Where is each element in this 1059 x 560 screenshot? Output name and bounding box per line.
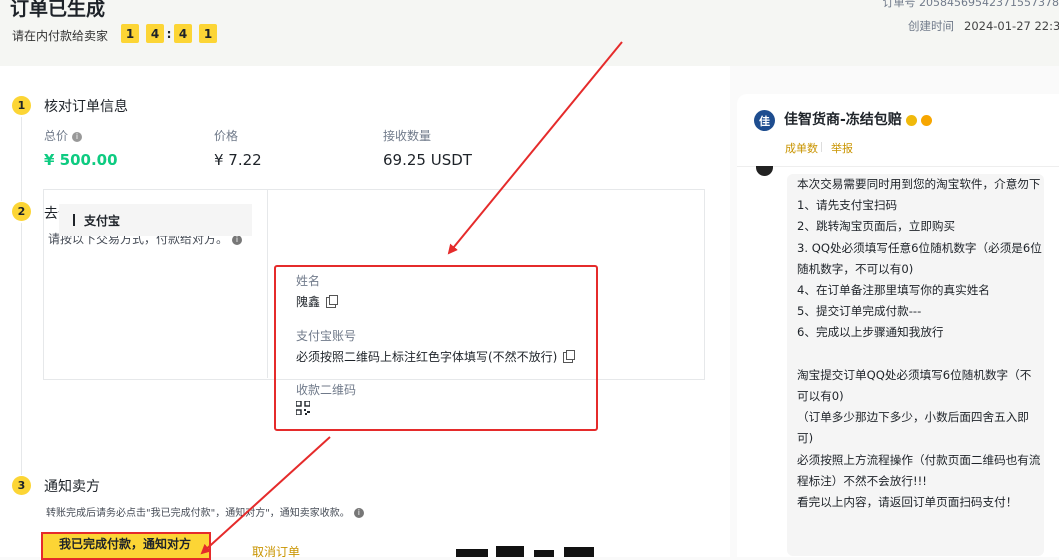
chat-message-text: 本次交易需要同时用到您的淘宝软件，介意勿下 1、请先支付宝扫码 2、跳转淘宝页面后，… (797, 174, 1042, 513)
chat-message-line: 5、提交订单完成付款--- (797, 304, 922, 319)
arrow-to-payee-box (447, 41, 623, 255)
chat-message-line: 3. QQ处必须填写任意6位随机数字（必须是6位随机数字，不可以有0) (797, 240, 1042, 276)
arrow-to-confirm-button (200, 436, 331, 555)
chat-message-line: 看完以上内容，请返回订单页面扫码支付！ (797, 495, 1018, 510)
chat-message-line: 1、请先支付宝扫码 (797, 198, 898, 213)
video-overlay-fragment (456, 546, 594, 557)
chat-message-line: 4、在订单备注那里填写你的真实姓名 (797, 283, 990, 298)
merchant-chat-panel: 佳 佳智货商-冻结包赔 成单数 举报 本次交易需要同时用到您的淘宝软件，介意勿下… (737, 94, 1059, 557)
chat-message-bubble: 本次交易需要同时用到您的淘宝软件，介意勿下 1、请先支付宝扫码 2、跳转淘宝页面后，… (787, 174, 1044, 556)
chat-message-line: （订单多少那边下多少，小数后面四舍五入即可) (797, 410, 1029, 446)
merchant-level-icon (920, 114, 932, 126)
merchant-avatar[interactable]: 佳 (754, 110, 775, 131)
chat-message-line: 2、跳转淘宝页面后，立即购买 (797, 219, 956, 234)
chat-message-line: 淘宝提交订单QQ处必须填写6位随机数字（不可以有0) (797, 367, 1032, 404)
completed-orders-link[interactable]: 成单数 (785, 140, 818, 156)
merchant-name[interactable]: 佳智货商-冻结包赔 (784, 109, 932, 129)
stat-divider (821, 142, 822, 152)
chat-message-line: 必须按照上方流程操作（付款页面二维码也有流程标注）不然不会放行!!! (797, 452, 1041, 488)
chat-header: 佳 佳智货商-冻结包赔 成单数 举报 (737, 94, 1059, 167)
message-avatar (756, 166, 773, 176)
report-link[interactable]: 举报 (831, 140, 853, 156)
chat-message-line (797, 344, 1042, 365)
chat-message-line: 6、完成以上步骤通知我放行 (797, 325, 944, 340)
verified-badge-icon (905, 114, 917, 126)
chat-message-line: 本次交易需要同时用到您的淘宝软件，介意勿下 (797, 177, 1041, 191)
